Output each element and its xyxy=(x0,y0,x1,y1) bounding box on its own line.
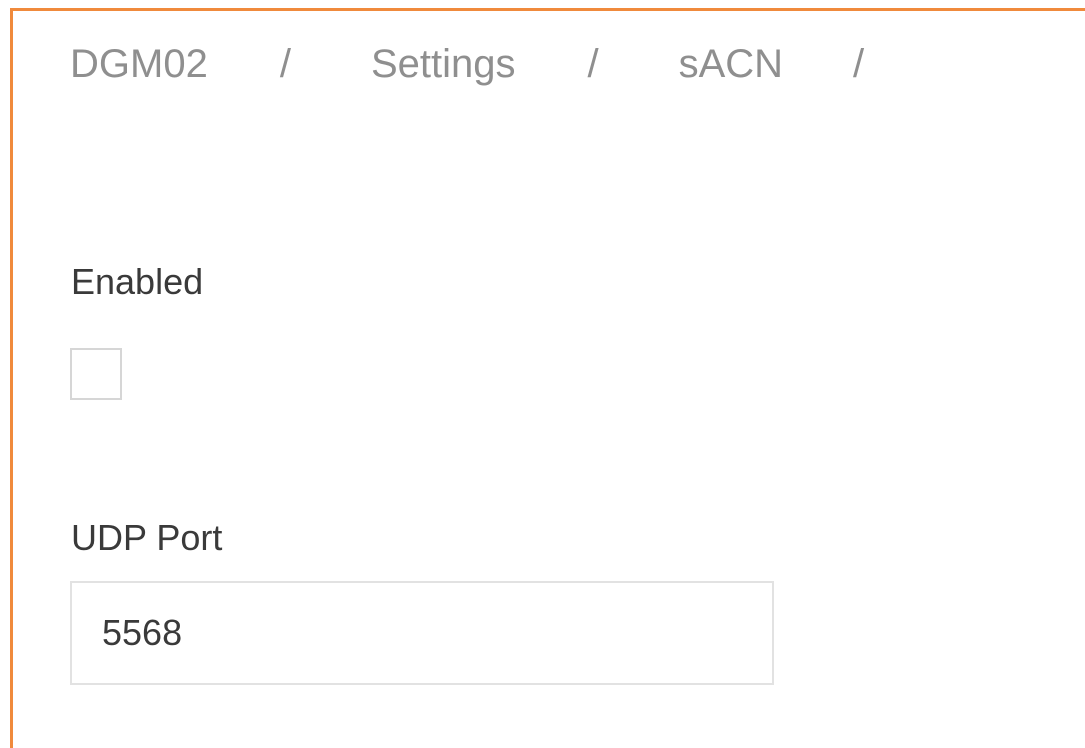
enabled-checkbox[interactable] xyxy=(70,348,122,400)
breadcrumb-item-sacn[interactable]: sACN xyxy=(679,42,783,87)
enabled-label: Enabled xyxy=(71,261,204,302)
breadcrumb-item-settings[interactable]: Settings xyxy=(371,42,516,87)
udp-port-label: UDP Port xyxy=(71,517,223,558)
breadcrumb: DGM02 / Settings / sACN / xyxy=(70,39,926,89)
breadcrumb-separator: / xyxy=(279,41,291,86)
udp-port-input[interactable] xyxy=(70,581,774,685)
breadcrumb-separator: / xyxy=(853,41,865,86)
breadcrumb-item-device[interactable]: DGM02 xyxy=(70,42,208,87)
settings-panel: DGM02 / Settings / sACN / Enabled UDP Po… xyxy=(10,8,1085,748)
breadcrumb-separator: / xyxy=(587,41,599,86)
